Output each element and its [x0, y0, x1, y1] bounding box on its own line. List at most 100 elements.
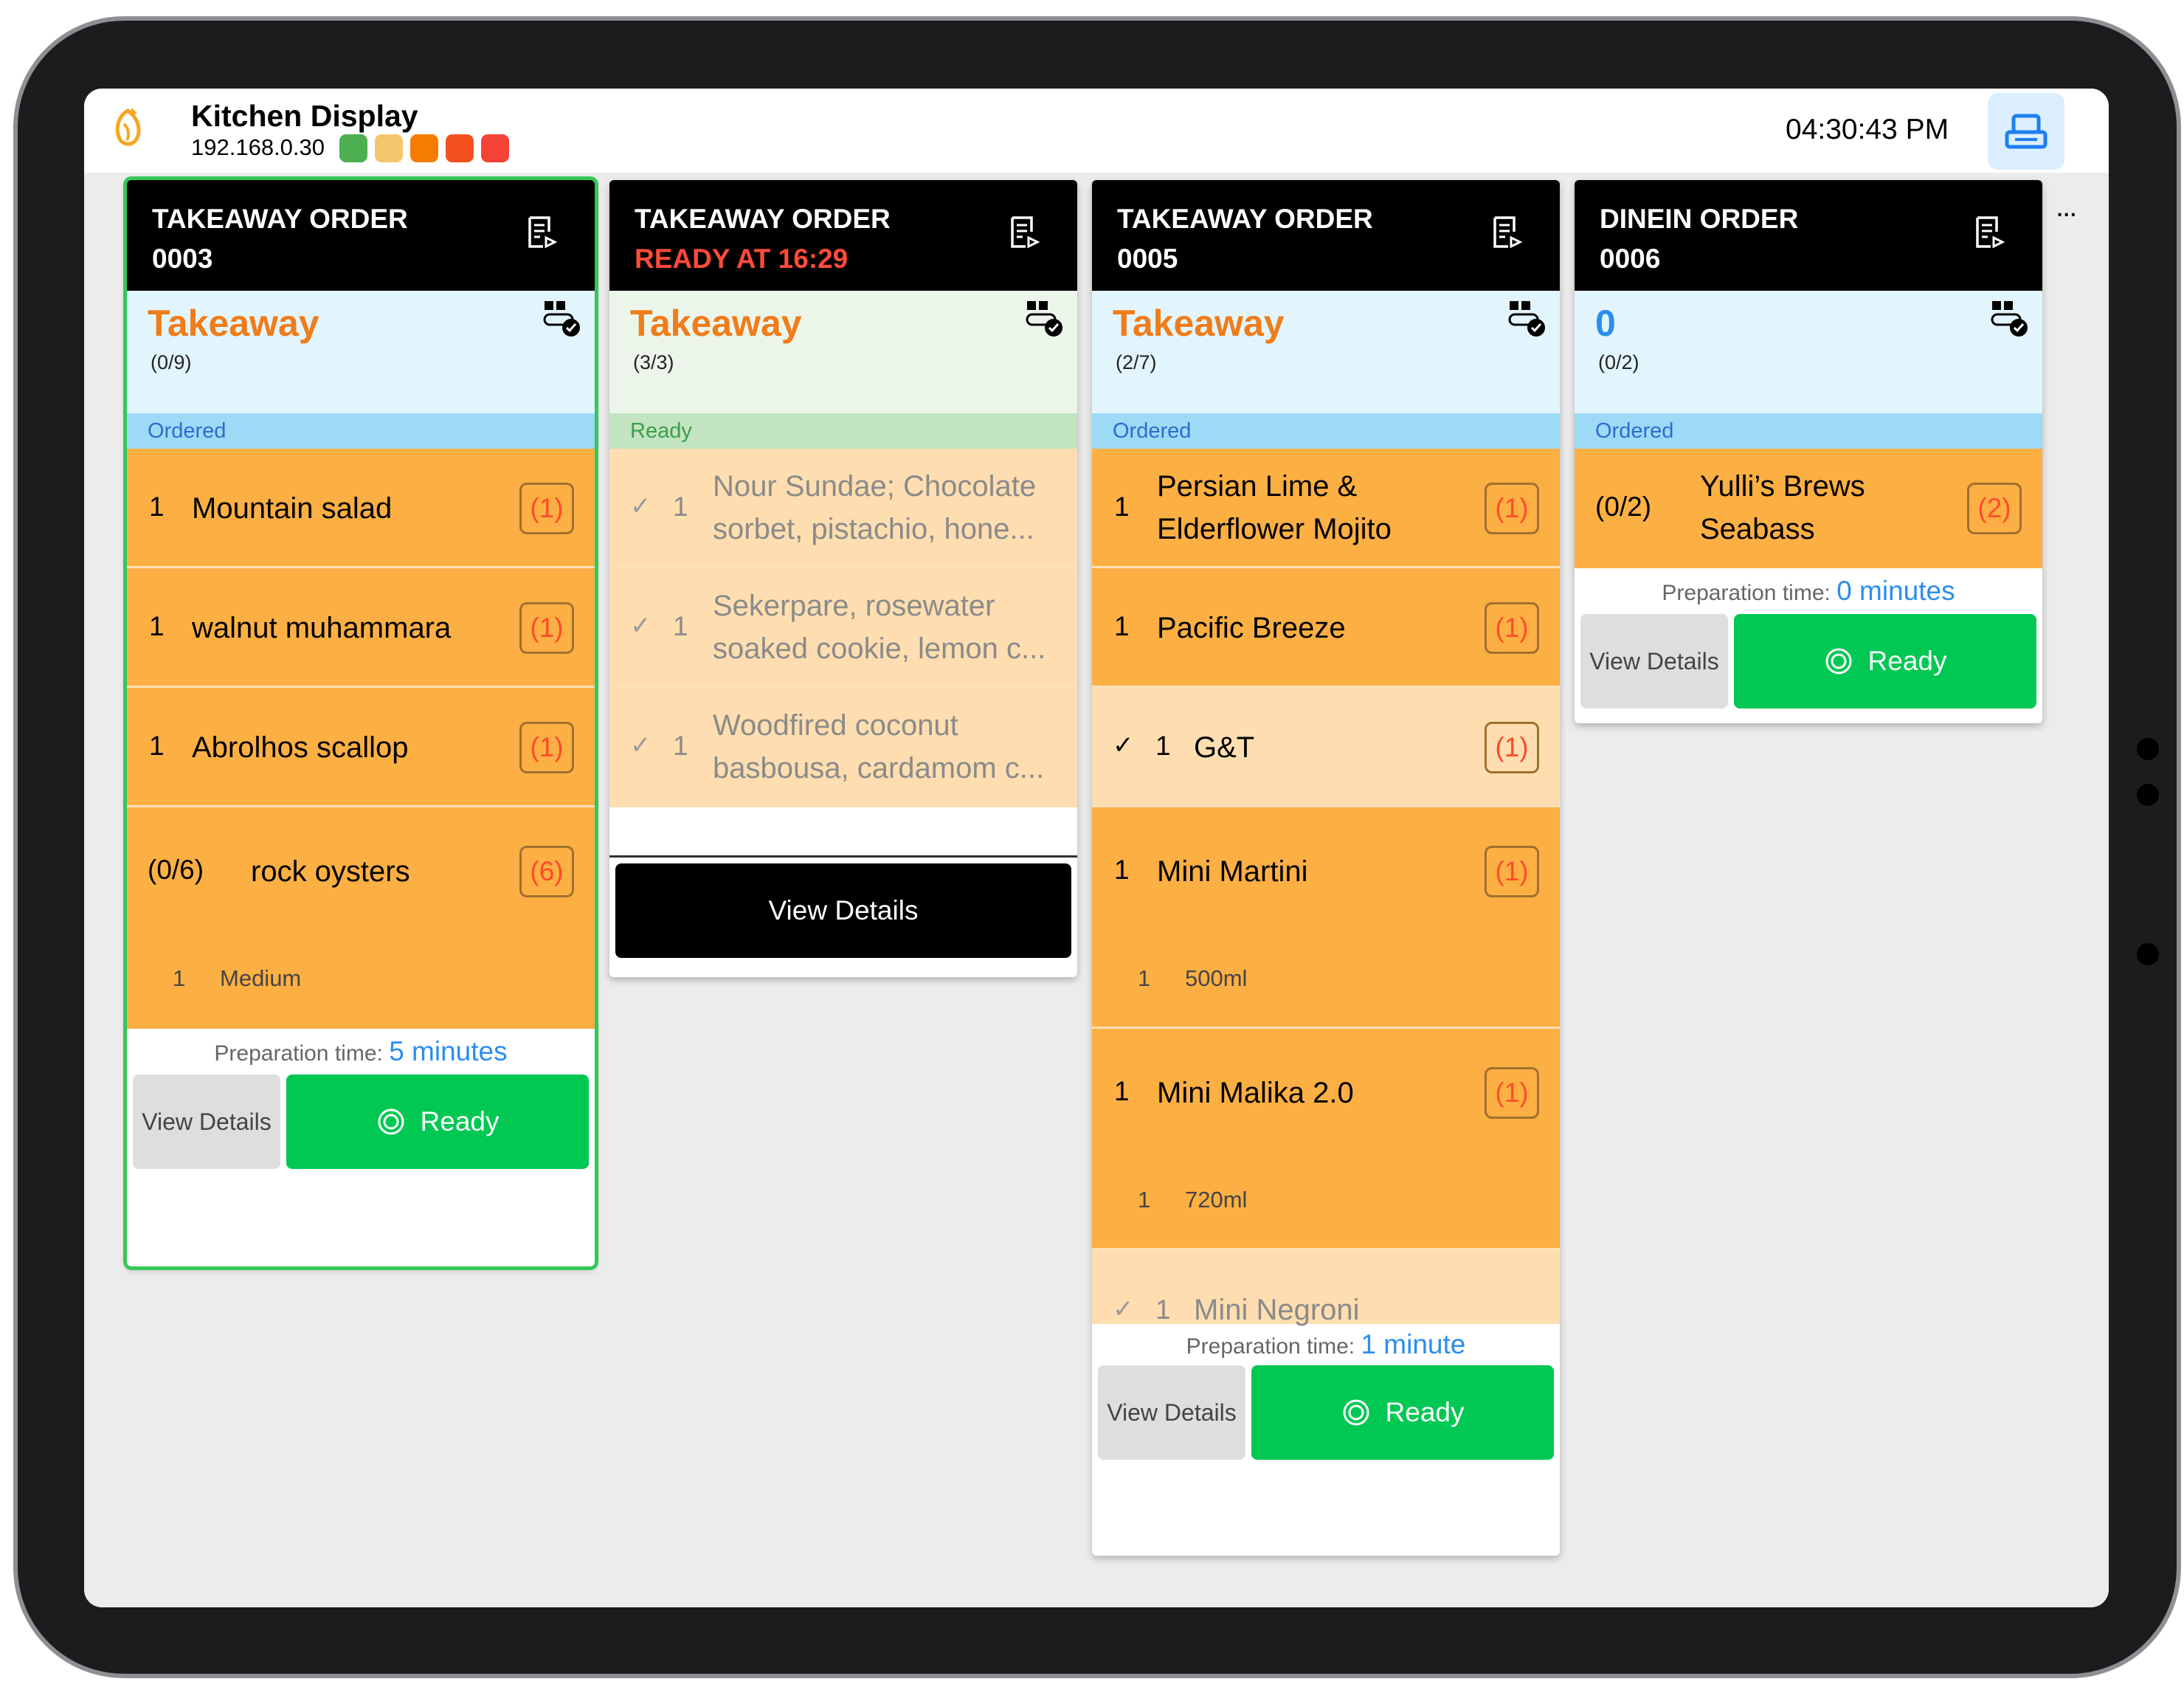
station-route-icon[interactable] [1024, 298, 1065, 339]
ready-button[interactable]: Ready [1734, 614, 2036, 708]
check-icon: ✓ [630, 492, 652, 520]
item-count-badge: (1) [1485, 846, 1539, 897]
order-item[interactable]: ✓ 1 Woodfired coconut basbousa, cardamom… [609, 688, 1077, 807]
order-card[interactable]: DINEIN ORDER 0006 0 (0/2) Ordered (0/2) … [1575, 180, 2042, 723]
order-item[interactable]: 1 Persian Lime & Elderflower Mojito (1) [1092, 449, 1560, 568]
station-route-icon[interactable] [1507, 298, 1548, 339]
view-details-button[interactable]: View Details [615, 863, 1071, 958]
receipt-icon[interactable] [1009, 215, 1040, 249]
station-route-icon[interactable] [1989, 298, 2031, 339]
item-name: Mini Malika 2.0 [1157, 1077, 1354, 1109]
order-item[interactable]: 1 Mini Martini (1) 1 500ml [1092, 807, 1560, 1029]
status-dot[interactable] [375, 134, 403, 162]
prep-time-value: 0 minutes [1836, 576, 1955, 606]
item-quantity: (0/6) [148, 855, 204, 885]
more-options-button[interactable]: ... [2056, 190, 2077, 224]
order-header: TAKEAWAY ORDER 0005 [1092, 180, 1560, 291]
order-item[interactable]: 1 Pacific Breeze (1) [1092, 568, 1560, 688]
item-count-badge: (1) [1485, 483, 1539, 534]
printer-button[interactable] [1988, 93, 2064, 170]
prep-time-label: Preparation time: [1186, 1334, 1355, 1359]
order-mode-panel: Takeaway (3/3) [609, 291, 1077, 413]
prep-time-label: Preparation time: [1662, 581, 1831, 605]
item-count-badge: (1) [1485, 1067, 1539, 1119]
view-details-button[interactable]: View Details [1580, 614, 1728, 708]
order-item[interactable]: ✓ 1 Mini Negroni [1092, 1250, 1560, 1326]
order-status: Ordered [1575, 413, 2042, 449]
app-title: Kitchen Display [191, 99, 418, 133]
card-actions: View Details Ready [1092, 1365, 1560, 1466]
order-mode: Takeaway [148, 303, 319, 344]
order-type: TAKEAWAY ORDER [152, 204, 408, 234]
order-number: 0005 [1117, 244, 1178, 274]
check-icon: ✓ [1113, 1295, 1134, 1323]
view-details-button[interactable]: View Details [133, 1075, 280, 1169]
preparation-time: Preparation time: 0 minutes [1575, 568, 2042, 614]
item-name-line1: Persian Lime & [1157, 470, 1358, 503]
item-quantity: 1 [673, 492, 688, 522]
item-name-line1: Nour Sundae; Chocolate [713, 470, 1037, 503]
item-quantity: 1 [1114, 611, 1130, 641]
order-card[interactable]: TAKEAWAY ORDER 0003 Takeaway (0/9) Order… [123, 176, 598, 1270]
order-header: TAKEAWAY ORDER 0003 [127, 180, 595, 291]
status-dot[interactable] [481, 134, 509, 162]
order-mode-panel: Takeaway (2/7) [1092, 291, 1560, 413]
side-button [2137, 738, 2159, 760]
ready-label: Ready [420, 1106, 500, 1137]
order-ready-time: READY AT 16:29 [635, 244, 849, 274]
order-type: TAKEAWAY ORDER [1117, 204, 1373, 234]
side-button [2137, 943, 2159, 965]
item-quantity: 1 [1155, 1294, 1171, 1325]
item-name: Mini Negroni [1194, 1294, 1360, 1326]
order-item[interactable]: 1 walnut muhammara (1) [127, 568, 595, 688]
table-number: 0 [1595, 303, 1616, 344]
order-item[interactable]: ✓ 1 Sekerpare, rosewater soaked cookie, … [609, 568, 1077, 688]
check-icon: ✓ [1113, 731, 1134, 759]
status-dot[interactable] [410, 134, 438, 162]
station-route-icon[interactable] [542, 298, 583, 339]
item-name: Mountain salad [192, 492, 393, 525]
order-mode-panel: Takeaway (0/9) [127, 291, 595, 413]
check-icon: ✓ [630, 612, 652, 640]
preparation-time: Preparation time: 5 minutes [127, 1029, 595, 1075]
check-icon: ✓ [630, 731, 652, 759]
ready-button[interactable]: Ready [286, 1075, 589, 1169]
item-name-line1: Woodfired coconut [713, 709, 958, 742]
item-name-line1: Sekerpare, rosewater [713, 590, 995, 622]
status-dot[interactable] [446, 134, 474, 162]
item-name: Pacific Breeze [1157, 612, 1346, 644]
order-item[interactable]: 1 Mini Malika 2.0 (1) 1 720ml [1092, 1029, 1560, 1250]
order-status: Ordered [127, 413, 595, 449]
item-name-line2: Elderflower Mojito [1157, 513, 1392, 545]
current-time: 04:30:43 PM [1786, 114, 1949, 145]
order-card[interactable]: TAKEAWAY ORDER 0005 Takeaway (2/7) Order… [1092, 180, 1560, 1556]
ready-icon [1343, 1399, 1369, 1426]
modifier-name: 500ml [1185, 965, 1248, 991]
modifier-name: 720ml [1185, 1187, 1248, 1213]
item-quantity: (0/2) [1595, 492, 1652, 522]
item-name: G&T [1194, 731, 1255, 764]
prep-time-value: 1 minute [1361, 1329, 1466, 1359]
order-item[interactable]: ✓ 1 G&T (1) [1092, 688, 1560, 807]
order-number: 0003 [152, 244, 213, 274]
receipt-icon[interactable] [527, 215, 558, 249]
modifier-quantity: 1 [1138, 965, 1151, 991]
item-count-badge: (1) [1485, 602, 1539, 654]
receipt-icon[interactable] [1974, 215, 2005, 249]
order-item[interactable]: 1 Mountain salad (1) [127, 449, 595, 568]
status-dot[interactable] [339, 134, 367, 162]
ready-button[interactable]: Ready [1251, 1365, 1554, 1460]
order-item[interactable]: (0/2) Yulli’s Brews Seabass (2) [1575, 449, 2042, 568]
item-quantity: 1 [673, 731, 688, 761]
order-item[interactable]: ✓ 1 Nour Sundae; Chocolate sorbet, pista… [609, 449, 1077, 568]
item-quantity: 1 [1114, 855, 1130, 885]
view-details-button[interactable]: View Details [1098, 1365, 1245, 1460]
item-quantity: 1 [1155, 731, 1171, 761]
ready-label: Ready [1867, 646, 1947, 676]
order-card[interactable]: TAKEAWAY ORDER READY AT 16:29 Takeaway (… [609, 180, 1077, 977]
item-count-badge: (1) [519, 483, 574, 534]
order-item[interactable]: (0/6) rock oysters (6) 1 Medium [127, 807, 595, 1029]
item-quantity: 1 [149, 492, 165, 522]
order-item[interactable]: 1 Abrolhos scallop (1) [127, 688, 595, 807]
receipt-icon[interactable] [1492, 215, 1523, 249]
